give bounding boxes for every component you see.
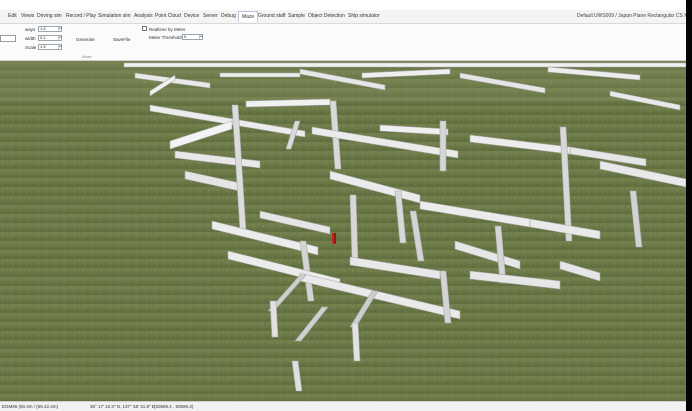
spin-arrows-icon[interactable]: ▴▾ <box>58 27 62 31</box>
save-file-button[interactable]: SaveFile <box>113 37 131 42</box>
menu-point-cloud[interactable]: Point Cloud <box>155 13 181 19</box>
projected-coords-status: (50596.4 , 50596.3) <box>154 404 194 409</box>
ways-input[interactable]: 1.5 ▴▾ <box>38 26 62 32</box>
ribbon-group-label: Maze <box>82 54 92 59</box>
maze-ribbon: ways 1.5 ▴▾ width 0.1 ▴▾ Scale 1.5 ▴▾ Ge… <box>0 24 686 61</box>
scale-label: Scale <box>25 45 37 50</box>
menu-analysis[interactable]: Analysis <box>134 13 153 19</box>
status-bar: EGM96 (50.4m / (65.42.4m) 36° 17' 10.3" … <box>0 401 686 411</box>
menu-views[interactable]: Views <box>21 13 34 19</box>
menu-debug[interactable]: Debug <box>221 13 236 19</box>
player-marker-shade <box>334 233 336 244</box>
menu-sample[interactable]: Sample <box>288 13 305 19</box>
profile-label[interactable]: Default <box>577 13 593 19</box>
altitude-status: EGM96 (50.4m / (65.42.4m) <box>2 404 59 409</box>
realtime-checkbox[interactable] <box>142 26 147 31</box>
lat-lon-status: 36° 17' 10.3" N, 137° 55' 41.8" E <box>90 404 155 409</box>
menu-object-detection[interactable]: Object Detection <box>308 13 345 19</box>
scale-value: 1.5 <box>40 44 46 49</box>
left-input-box[interactable] <box>0 35 16 42</box>
3d-viewport[interactable] <box>0 61 686 401</box>
spin-arrows-icon[interactable]: ▴▾ <box>58 45 62 49</box>
menu-bar: Edit Views Driving sim Record / Play Sim… <box>0 10 687 24</box>
maze-scene[interactable] <box>0 61 686 401</box>
generate-button[interactable]: Generate <box>76 37 95 42</box>
menu-server[interactable]: Server <box>203 13 218 19</box>
ways-value: 1.5 <box>40 26 46 31</box>
ways-label: ways <box>25 27 36 32</box>
menu-driving-sim[interactable]: Driving sim <box>37 13 62 19</box>
menu-device[interactable]: Device <box>184 13 199 19</box>
realtime-label: Realtime by Meter <box>149 27 186 32</box>
spin-arrows-icon[interactable]: ▴▾ <box>58 36 62 40</box>
coordinate-system-label[interactable]: UWS009 / Japan Plane Rectangular CS X <box>594 13 687 19</box>
menu-maze[interactable]: Maze <box>238 11 259 22</box>
menu-ship-simulator[interactable]: Ship simulator <box>348 13 380 19</box>
width-value: 0.1 <box>40 35 46 40</box>
width-input[interactable]: 0.1 ▴▾ <box>38 35 62 41</box>
meter-threshold-input[interactable]: 0 ▴▾ <box>182 34 203 40</box>
meter-threshold-value: 0 <box>184 34 187 39</box>
application-window: Edit Views Driving sim Record / Play Sim… <box>0 0 687 411</box>
spin-arrows-icon[interactable]: ▴▾ <box>199 35 203 39</box>
menu-simulation-sim[interactable]: Simulation sim <box>98 13 131 19</box>
width-label: width <box>25 36 36 41</box>
menu-record-play[interactable]: Record / Play <box>66 13 96 19</box>
scale-input[interactable]: 1.5 ▴▾ <box>38 44 62 50</box>
right-edge-scrollbar[interactable] <box>686 0 692 411</box>
title-strip <box>0 0 686 10</box>
menu-edit[interactable]: Edit <box>8 13 17 19</box>
menu-ground-staff[interactable]: Ground staff <box>258 13 285 19</box>
meter-threshold-label: Meter Threshold <box>149 35 182 40</box>
